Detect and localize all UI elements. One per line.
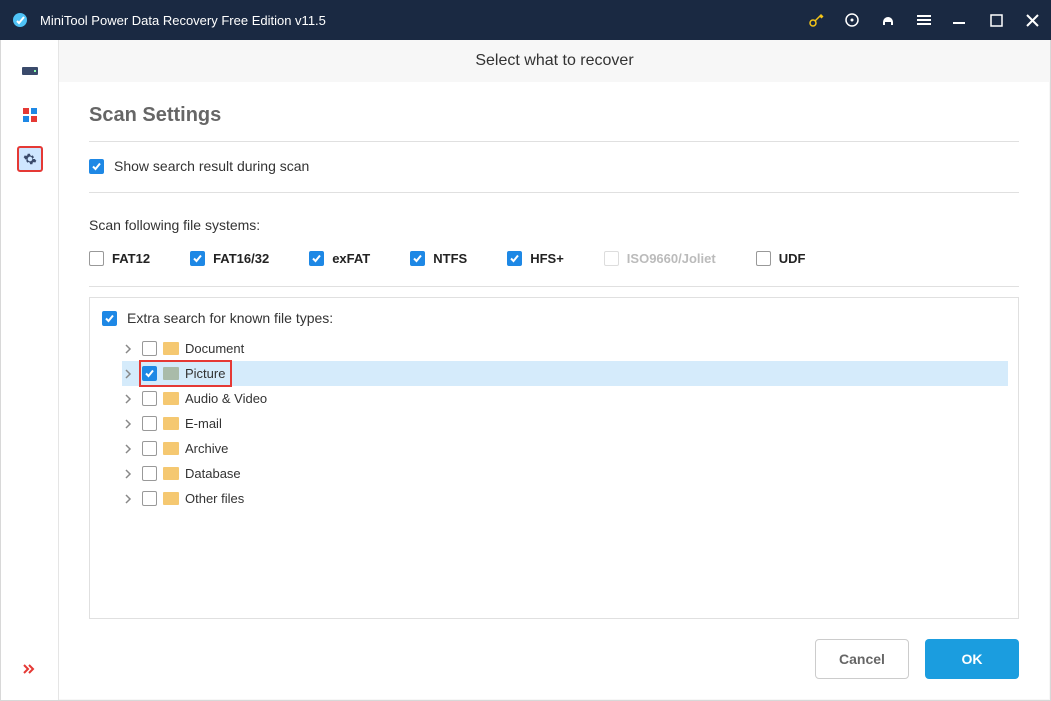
fs-fat12-label: FAT12 (112, 251, 150, 266)
fs-ntfs[interactable]: NTFS (410, 251, 467, 266)
tree-row-archive[interactable]: Archive (122, 436, 1008, 461)
menu-icon[interactable] (915, 11, 933, 29)
tree-other-checkbox[interactable] (142, 491, 157, 506)
tree-picture-checkbox[interactable] (142, 366, 157, 381)
fs-fat1632-label: FAT16/32 (213, 251, 269, 266)
fs-ntfs-label: NTFS (433, 251, 467, 266)
app-title: MiniTool Power Data Recovery Free Editio… (40, 13, 807, 28)
tree-row-picture[interactable]: Picture (122, 361, 1008, 386)
tree-document-checkbox[interactable] (142, 341, 157, 356)
sidebar-item-recovery[interactable] (17, 58, 43, 84)
show-search-checkbox[interactable] (89, 159, 104, 174)
folder-icon (163, 367, 179, 380)
fs-exfat-checkbox[interactable] (309, 251, 324, 266)
sidebar (1, 40, 59, 700)
sidebar-expand-icon[interactable] (17, 656, 43, 682)
tree-row-audio-video[interactable]: Audio & Video (122, 386, 1008, 411)
disc-icon[interactable] (843, 11, 861, 29)
fs-udf[interactable]: UDF (756, 251, 806, 266)
extra-search-label: Extra search for known file types: (127, 310, 333, 326)
folder-icon (163, 417, 179, 430)
tree-archive-checkbox[interactable] (142, 441, 157, 456)
folder-icon (163, 492, 179, 505)
tree-archive-label: Archive (185, 441, 228, 456)
minimize-icon[interactable] (951, 11, 969, 29)
cancel-button[interactable]: Cancel (815, 639, 909, 679)
fs-row: FAT12 FAT16/32 exFAT NTFS HFS+ ISO9660/J… (89, 251, 1019, 287)
tree-row-other[interactable]: Other files (122, 486, 1008, 511)
fs-fat12[interactable]: FAT12 (89, 251, 150, 266)
chevron-right-icon[interactable] (122, 494, 136, 504)
fs-fat1632[interactable]: FAT16/32 (190, 251, 269, 266)
chevron-right-icon[interactable] (122, 419, 136, 429)
fs-fat1632-checkbox[interactable] (190, 251, 205, 266)
tree-database-label: Database (185, 466, 241, 481)
extra-search-checkbox[interactable] (102, 311, 117, 326)
folder-icon (163, 342, 179, 355)
chevron-right-icon[interactable] (122, 344, 136, 354)
folder-icon (163, 392, 179, 405)
tree-audio-label: Audio & Video (185, 391, 267, 406)
fs-iso-checkbox (604, 251, 619, 266)
folder-icon (163, 467, 179, 480)
file-type-tree: Document Picture Audio & Video (122, 336, 1008, 511)
tree-audio-checkbox[interactable] (142, 391, 157, 406)
titlebar: MiniTool Power Data Recovery Free Editio… (0, 0, 1051, 40)
tree-other-label: Other files (185, 491, 244, 506)
tree-picture-label: Picture (185, 366, 225, 381)
tree-row-document[interactable]: Document (122, 336, 1008, 361)
fs-iso-label: ISO9660/Joliet (627, 251, 716, 266)
banner-title: Select what to recover (59, 40, 1050, 82)
fs-hfs-label: HFS+ (530, 251, 564, 266)
page-title: Scan Settings (89, 104, 1019, 142)
chevron-right-icon[interactable] (122, 469, 136, 479)
fs-ntfs-checkbox[interactable] (410, 251, 425, 266)
close-icon[interactable] (1023, 11, 1041, 29)
folder-icon (163, 442, 179, 455)
fs-fat12-checkbox[interactable] (89, 251, 104, 266)
fs-hfs[interactable]: HFS+ (507, 251, 564, 266)
fs-iso: ISO9660/Joliet (604, 251, 716, 266)
tree-database-checkbox[interactable] (142, 466, 157, 481)
key-icon[interactable] (807, 11, 825, 29)
sidebar-item-devices[interactable] (17, 102, 43, 128)
show-search-label: Show search result during scan (114, 158, 309, 174)
fs-exfat-label: exFAT (332, 251, 370, 266)
sidebar-item-settings[interactable] (17, 146, 43, 172)
tree-email-label: E-mail (185, 416, 222, 431)
maximize-icon[interactable] (987, 11, 1005, 29)
ok-button[interactable]: OK (925, 639, 1019, 679)
chevron-right-icon[interactable] (122, 394, 136, 404)
fs-hfs-checkbox[interactable] (507, 251, 522, 266)
show-search-row: Show search result during scan (89, 142, 1019, 193)
tree-row-database[interactable]: Database (122, 461, 1008, 486)
app-logo-icon (10, 10, 30, 30)
fs-exfat[interactable]: exFAT (309, 251, 370, 266)
tree-document-label: Document (185, 341, 244, 356)
extra-search-box: Extra search for known file types: Docum… (89, 297, 1019, 619)
fs-udf-checkbox[interactable] (756, 251, 771, 266)
headphones-icon[interactable] (879, 11, 897, 29)
fs-section-label: Scan following file systems: (89, 217, 1019, 233)
fs-udf-label: UDF (779, 251, 806, 266)
titlebar-controls (807, 11, 1041, 29)
chevron-right-icon[interactable] (122, 369, 136, 379)
tree-row-email[interactable]: E-mail (122, 411, 1008, 436)
tree-email-checkbox[interactable] (142, 416, 157, 431)
chevron-right-icon[interactable] (122, 444, 136, 454)
